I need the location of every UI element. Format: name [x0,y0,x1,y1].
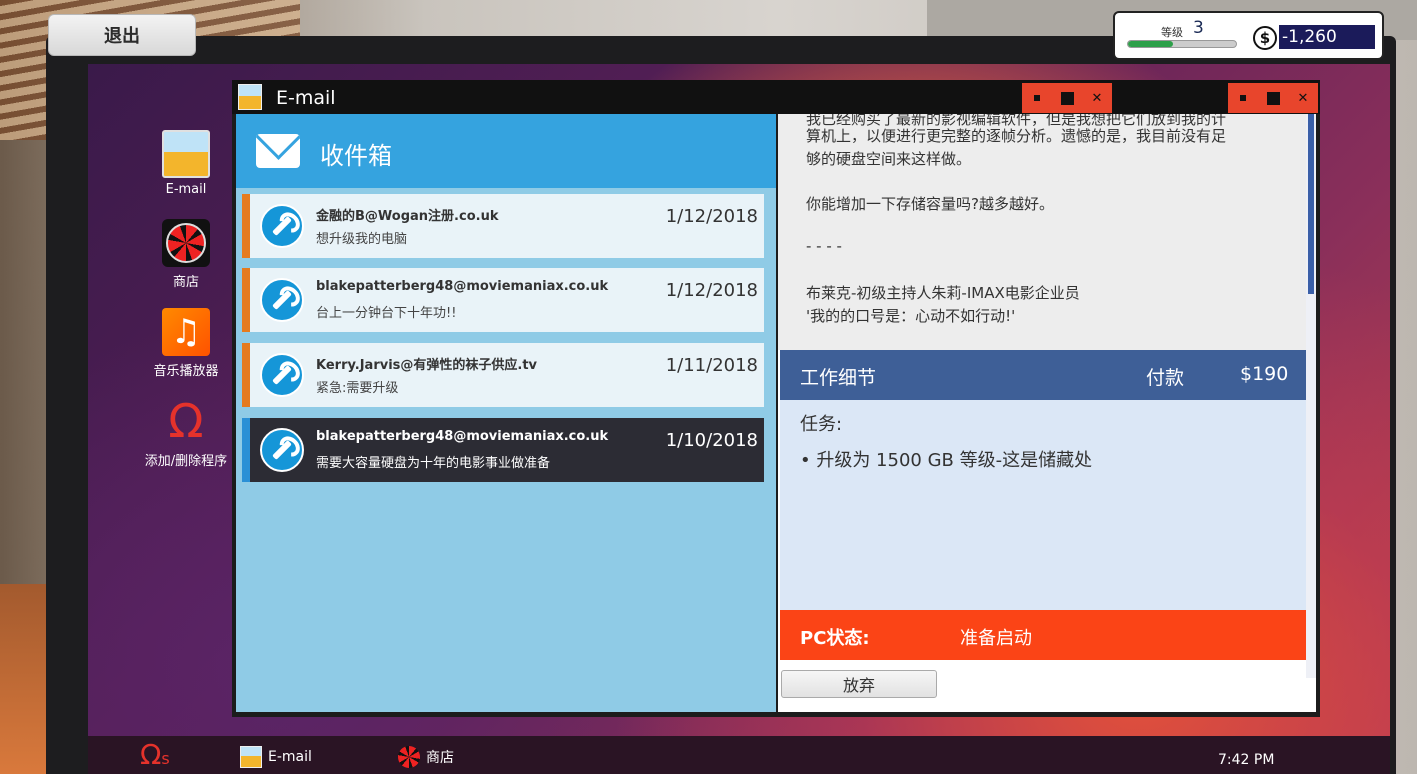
taskbar-item-email[interactable]: E-mail [240,746,312,768]
desktop-icon-label: 音乐播放器 [153,364,219,379]
money-balance: -1,260 [1279,25,1375,49]
message-line: 布莱克-初级主持人朱莉-IMAX电影企业员 [806,284,1080,302]
maximize-icon[interactable] [1058,89,1076,107]
email-subject: 紧急:需要升级 [316,381,399,396]
desktop-icon-label: E-mail [165,182,207,197]
message-separator: - - - - [806,237,842,255]
payment-label: 付款 [1146,367,1185,389]
inbox-panel: 收件箱 金融的B@Wogan注册.co.uk 想升级我的电脑 1/12/2018… [236,114,776,712]
level-value: 3 [1193,18,1204,38]
taskbar-item-shop[interactable]: 商店 [398,746,454,768]
envelope-icon [238,84,262,110]
email-window: E-mail ✕ ✕ 收件箱 金融的B@Wogan注册.co.uk 想升级我的电… [232,80,1320,717]
player-hud: 等级 3 $ -1,260 [1113,11,1384,60]
payment-value: $190 [1240,363,1289,385]
desktop-icon-email[interactable]: E-mail [136,130,236,197]
email-date: 1/10/2018 [665,430,758,451]
music-note-icon: ♫ [162,308,210,356]
envelope-icon [240,746,262,768]
maximize-icon[interactable] [1264,89,1282,107]
xp-progress-bar [1127,40,1237,48]
start-button[interactable]: Ωs [140,738,170,771]
inbox-title: 收件箱 [320,142,392,170]
email-date: 1/11/2018 [665,355,758,376]
inbox-header: 收件箱 [236,114,776,188]
task-label: 任务: [800,414,843,435]
window-controls: ✕ [1228,83,1318,113]
minimize-icon[interactable] [1234,89,1252,107]
exit-button[interactable]: 退出 [48,14,196,56]
job-details-header: 工作细节 付款 $190 [780,350,1306,400]
email-list-item[interactable]: Kerry.Jarvis@有弹性的袜子供应.tv 紧急:需要升级 1/11/20… [242,343,764,407]
dollar-icon: $ [1253,26,1277,50]
email-date: 1/12/2018 [665,206,758,227]
job-details-title: 工作细节 [800,367,877,389]
background-window-controls: ✕ [1022,83,1112,113]
email-list-item[interactable]: blakepatterberg48@moviemaniax.co.uk 台上一分… [242,268,764,332]
email-subject: 想升级我的电脑 [316,232,408,247]
message-scrollbar[interactable] [1306,114,1316,678]
scrollbar-thumb[interactable] [1308,114,1314,294]
fan-icon [398,746,420,768]
level-label: 等级 [1161,26,1183,39]
email-list-item-selected[interactable]: blakepatterberg48@moviemaniax.co.uk 需要大容… [242,418,764,482]
xp-progress-fill [1128,41,1174,47]
taskbar: Ωs E-mail 商店 7:42 PM [88,736,1390,774]
desktop-icon-label: 添加/删除程序 [144,454,228,469]
pc-status-bar: PC状态: 准备启动 [780,610,1306,660]
window-title: E-mail [276,87,336,109]
pc-status-label: PC状态: [800,628,870,649]
email-date: 1/12/2018 [665,280,758,301]
minimize-icon[interactable] [1028,89,1046,107]
envelope-icon [162,130,210,178]
close-icon[interactable]: ✕ [1088,89,1106,107]
desktop-icon-music-player[interactable]: ♫ 音乐播放器 [136,308,236,379]
close-icon[interactable]: ✕ [1294,89,1312,107]
message-line: 算机上，以便进行更完整的逐帧分析。遗憾的是，我目前没有足 [806,127,1227,145]
wrench-icon [260,428,304,472]
desktop-icon-add-remove-programs[interactable]: Ω 添加/删除程序 [136,398,236,469]
email-list-item[interactable]: 金融的B@Wogan注册.co.uk 想升级我的电脑 1/12/2018 [242,194,764,258]
taskbar-item-label: E-mail [268,749,312,765]
email-sender: 金融的B@Wogan注册.co.uk [316,209,499,224]
message-line: 你能增加一下存储容量吗?越多越好。 [806,195,1054,213]
omega-icon: Ω [140,738,162,771]
desktop-icon-label: 商店 [172,275,199,290]
job-task-section: 任务: • 升级为 1500 GB 等级-这是储藏处 [780,400,1306,610]
wrench-icon [260,204,304,248]
message-line: '我的的口号是：心动不如行动!' [806,307,1016,325]
abandon-job-button[interactable]: 放弃 [781,670,937,698]
desktop-icon-shop[interactable]: 商店 [136,219,236,290]
task-item: • 升级为 1500 GB 等级-这是储藏处 [800,450,1093,471]
email-reading-panel: 我已经购买了最新的影视编辑软件，但是我想把它们放到我的计 算机上，以便进行更完整… [778,114,1316,712]
message-line: 够的硬盘空间来这样做。 [806,150,972,168]
email-sender: blakepatterberg48@moviemaniax.co.uk [316,429,609,444]
email-sender: Kerry.Jarvis@有弹性的袜子供应.tv [316,358,538,373]
email-sender: blakepatterberg48@moviemaniax.co.uk [316,279,609,294]
omega-icon: Ω [168,394,204,448]
wrench-icon [260,278,304,322]
pc-status-value: 准备启动 [960,628,1032,649]
taskbar-clock: 7:42 PM [1218,752,1275,768]
window-title-bar[interactable]: E-mail ✕ ✕ [232,80,1320,114]
taskbar-item-label: 商店 [426,750,454,766]
email-subject: 台上一分钟台下十年功!! [316,306,457,321]
fan-icon [162,219,210,267]
message-body: 我已经购买了最新的影视编辑软件，但是我想把它们放到我的计 算机上，以便进行更完整… [778,114,1306,350]
mail-icon [256,134,300,168]
wrench-icon [260,353,304,397]
email-subject: 需要大容量硬盘为十年的电影事业做准备 [316,456,551,471]
start-button-suffix: s [161,749,170,768]
